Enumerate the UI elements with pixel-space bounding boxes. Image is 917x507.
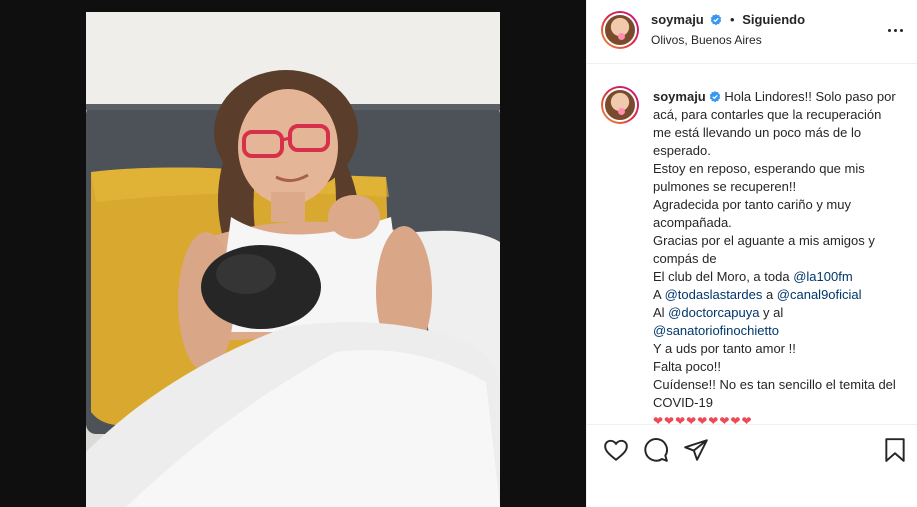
verified-badge-icon (711, 14, 722, 26)
caption-line: A @todaslastardes a @canal9oficial (653, 286, 903, 304)
post-sidebar: soymaju • Siguiendo Olivos, Buenos Aires… (586, 0, 917, 507)
caption-text-segment: y al (759, 305, 784, 320)
caption-line: Al @doctorcapuya y al (653, 304, 903, 322)
mention-link[interactable]: @doctorcapuya (668, 305, 759, 320)
caption-greeting: Hola Lindores!! (724, 89, 812, 104)
mention-link[interactable]: @todaslastardes (665, 287, 763, 302)
caption-text-segment: a (762, 287, 777, 302)
header-user-line: soymaju • Siguiendo (651, 12, 805, 27)
hearts-emoji-row: ❤❤❤❤❤❤❤❤❤ (653, 414, 753, 424)
post-photo[interactable] (86, 12, 500, 507)
caption-line: Y a uds por tanto amor !! (653, 341, 796, 356)
heart-icon[interactable] (603, 437, 629, 463)
caption-line: Estoy en reposo, esperando que mis pulmo… (653, 161, 865, 194)
comment-icon[interactable] (643, 437, 669, 463)
bookmark-icon[interactable] (882, 437, 908, 463)
avatar[interactable] (601, 11, 639, 49)
caption-line: @sanatoriofinochietto (653, 322, 903, 340)
post-photo-illustration (86, 12, 500, 507)
caption-avatar[interactable] (601, 86, 639, 124)
verified-badge-icon (709, 91, 720, 103)
caption-text-segment: El club del Moro, a toda (653, 269, 794, 284)
caption-text-segment: Al (653, 305, 669, 320)
caption-area: soymaju Hola Lindores!! Solo paso por ac… (587, 64, 917, 424)
username-link[interactable]: soymaju (651, 12, 704, 27)
caption-text-segment: A (653, 287, 665, 302)
caption-line: Gracias por el aguante a mis amigos y co… (653, 233, 875, 266)
share-icon[interactable] (683, 437, 709, 463)
mention-link[interactable]: @canal9oficial (777, 287, 862, 302)
mention-link[interactable]: @sanatoriofinochietto (653, 323, 779, 338)
location-link[interactable]: Olivos, Buenos Aires (651, 33, 762, 47)
caption-username[interactable]: soymaju (653, 89, 706, 104)
action-bar (587, 424, 917, 474)
more-options-icon[interactable] (886, 20, 906, 40)
caption-line: Cuídense!! No es tan sencillo el temita … (653, 377, 896, 410)
following-button[interactable]: Siguiendo (742, 12, 805, 27)
post-header: soymaju • Siguiendo Olivos, Buenos Aires (587, 0, 917, 64)
separator-dot: • (730, 12, 735, 27)
post-media[interactable] (0, 0, 586, 507)
caption-line: Falta poco!! (653, 359, 721, 374)
mention-link[interactable]: @la100fm (793, 269, 852, 284)
caption-text: soymaju Hola Lindores!! Solo paso por ac… (653, 88, 903, 424)
caption-line: El club del Moro, a toda @la100fm (653, 268, 903, 286)
caption-line: Agradecida por tanto cariño y muy acompa… (653, 197, 851, 230)
